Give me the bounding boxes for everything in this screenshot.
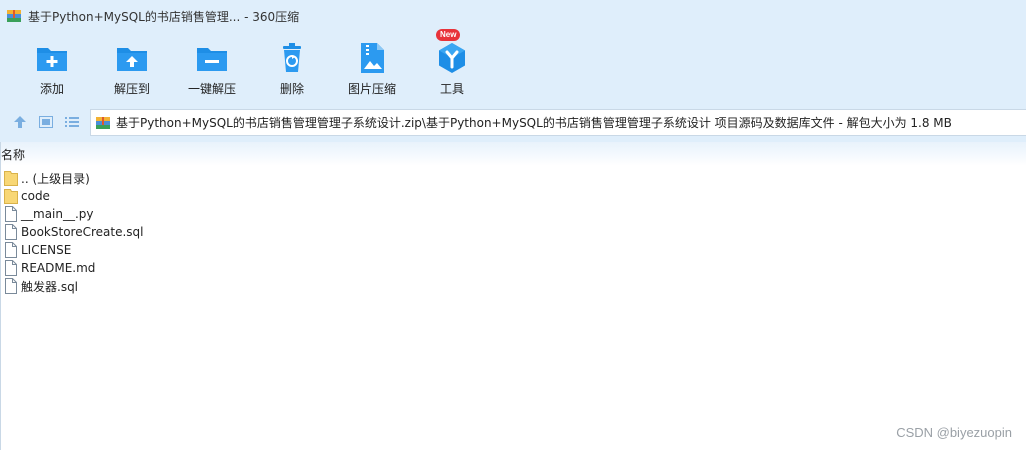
- file-icon: [5, 206, 17, 222]
- list-item-license[interactable]: LICENSE: [0, 241, 1026, 259]
- file-icon: [5, 278, 17, 294]
- address-bar: 基于Python+MySQL的书店销售管理管理子系统设计.zip\基于Pytho…: [0, 102, 1026, 142]
- delete-icon: [283, 43, 301, 72]
- image-compress-button[interactable]: 图片压缩: [332, 36, 412, 98]
- list-item-name: LICENSE: [21, 243, 72, 257]
- image-compress-label: 图片压缩: [347, 82, 396, 96]
- thumbnail-view-icon: [39, 116, 53, 128]
- add-button[interactable]: 添加: [12, 36, 92, 98]
- title-bar: 基于Python+MySQL的书店销售管理... - 360压缩: [0, 0, 1026, 32]
- new-badge: New: [436, 29, 461, 41]
- list-item-code[interactable]: code: [0, 187, 1026, 205]
- folder-icon: [4, 189, 18, 204]
- list-item-readme-md[interactable]: README.md: [0, 259, 1026, 277]
- add-archive-icon: [37, 48, 67, 71]
- list-item-main-py[interactable]: __main__.py: [0, 205, 1026, 223]
- extract-to-label: 解压到: [113, 82, 150, 96]
- watermark: CSDN @biyezuopin: [896, 425, 1012, 440]
- window-title: 基于Python+MySQL的书店销售管理... - 360压缩: [28, 9, 300, 24]
- thumbnail-view-button[interactable]: [37, 113, 55, 131]
- file-icon: [5, 260, 17, 276]
- column-header-name[interactable]: 名称: [1, 146, 25, 163]
- list-item-name: code: [21, 189, 50, 203]
- list-view-icon: [65, 117, 79, 127]
- extract-to-button[interactable]: 解压到: [92, 36, 172, 98]
- list-item-parent-directory[interactable]: .. (上级目录): [0, 169, 1026, 187]
- delete-label: 删除: [279, 82, 304, 96]
- arrow-up-icon: [14, 116, 26, 128]
- image-compress-icon: [361, 43, 384, 73]
- file-icon: [5, 242, 17, 258]
- quick-extract-icon: [197, 48, 227, 71]
- list-item-name: __main__.py: [21, 207, 94, 221]
- folder-icon: [4, 171, 18, 186]
- delete-button[interactable]: 删除: [252, 36, 332, 98]
- tools-label: 工具: [439, 82, 464, 96]
- tools-icon: [439, 43, 465, 73]
- list-item-name: BookStoreCreate.sql: [21, 225, 144, 239]
- list-item-bookstorecreate-sql[interactable]: BookStoreCreate.sql: [0, 223, 1026, 241]
- file-icon: [5, 224, 17, 240]
- list-item-name: .. (上级目录): [21, 171, 90, 186]
- list-view-button[interactable]: [63, 113, 81, 131]
- list-item-trigger-sql[interactable]: 触发器.sql: [0, 277, 1026, 295]
- extract-to-icon: [117, 48, 147, 71]
- list-item-name: README.md: [21, 261, 96, 275]
- archive-app-icon: [7, 10, 21, 22]
- file-list: .. (上级目录) code __main__.py BookStoreCrea…: [0, 169, 1026, 295]
- main-toolbar: 添加 解压到 一键解压 删除 图片压缩 New 工具: [0, 29, 1026, 102]
- up-level-button[interactable]: [11, 113, 29, 131]
- path-field[interactable]: 基于Python+MySQL的书店销售管理管理子系统设计.zip\基于Pytho…: [90, 109, 1026, 136]
- add-label: 添加: [39, 82, 64, 96]
- zip-archive-icon: [96, 116, 110, 129]
- list-item-name: 触发器.sql: [21, 279, 79, 294]
- path-text: 基于Python+MySQL的书店销售管理管理子系统设计.zip\基于Pytho…: [116, 116, 952, 130]
- tools-button[interactable]: New 工具: [412, 29, 492, 98]
- quick-extract-button[interactable]: 一键解压: [172, 36, 252, 98]
- list-header: 名称: [0, 142, 1026, 166]
- quick-extract-label: 一键解压: [187, 82, 236, 96]
